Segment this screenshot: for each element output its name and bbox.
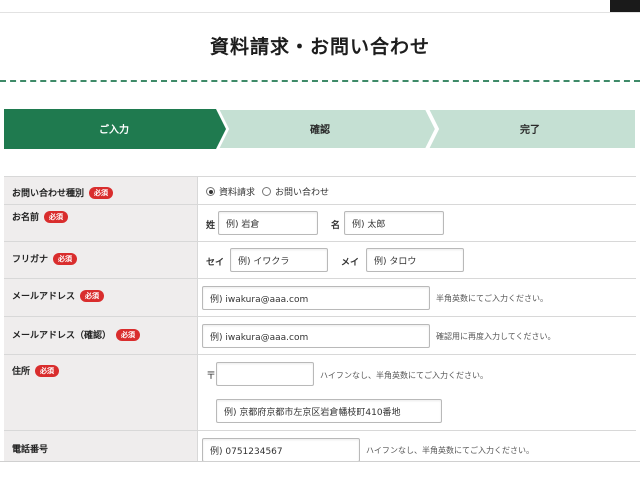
label-cell: 住所 必須: [4, 355, 198, 430]
last-name-input[interactable]: 例) 岩倉: [218, 211, 318, 235]
sei-kana-label: セイ: [206, 258, 225, 268]
furigana-label: フリガナ: [12, 255, 49, 265]
required-badge: 必須: [53, 253, 78, 265]
last-name-kana-placeholder: 例) イワクラ: [238, 257, 290, 267]
required-badge: 必須: [89, 187, 114, 199]
first-name-kana-input[interactable]: 例) タロウ: [366, 248, 464, 272]
field-cell: 姓 例) 岩倉 名 例) 太郎: [198, 205, 636, 241]
phone-placeholder: 例) 0751234567: [210, 447, 283, 457]
email-input[interactable]: 例) iwakura@aaa.com: [202, 286, 430, 310]
mei-kana-label: メイ: [341, 258, 360, 268]
field-cell: 例) iwakura@aaa.com 半角英数にてご入力ください。: [198, 279, 636, 316]
field-cell: 例) iwakura@aaa.com 確認用に再度入力してください。: [198, 317, 636, 354]
email-confirm-note: 確認用に再度入力してください。: [436, 332, 556, 341]
address-placeholder: 例) 京都府京都市左京区岩倉幡枝町410番地: [224, 408, 401, 418]
postal-code-input[interactable]: [216, 362, 314, 386]
name-label: お名前: [12, 213, 40, 223]
radio-document-request[interactable]: 資料請求: [206, 185, 255, 198]
radio-inquiry-label: お問い合わせ: [275, 188, 330, 198]
required-badge: 必須: [35, 365, 60, 377]
phone-label: 電話番号: [12, 445, 49, 455]
step-3-label: 完了: [520, 125, 540, 136]
last-name-placeholder: 例) 岩倉: [226, 220, 260, 230]
last-name-kana-input[interactable]: 例) イワクラ: [230, 248, 328, 272]
progress-steps: ご入力 確認 完了: [4, 109, 636, 149]
row-furigana: フリガナ 必須 セイ 例) イワクラ メイ 例) タロウ: [4, 242, 636, 279]
phone-input[interactable]: 例) 0751234567: [202, 438, 360, 462]
label-cell: メールアドレス（確認） 必須: [4, 317, 198, 354]
label-cell: お名前 必須: [4, 205, 198, 241]
label-cell: メールアドレス 必須: [4, 279, 198, 316]
email-confirm-input[interactable]: 例) iwakura@aaa.com: [202, 324, 430, 348]
field-cell: セイ 例) イワクラ メイ 例) タロウ: [198, 242, 636, 278]
row-inquiry-type: お問い合わせ種別 必須 資料請求 お問い合わせ: [4, 177, 636, 205]
radio-document-request-label: 資料請求: [219, 188, 256, 198]
inquiry-type-label: お問い合わせ種別: [12, 189, 85, 199]
page-title: 資料請求・お問い合わせ: [209, 36, 430, 58]
address-label: 住所: [12, 367, 31, 377]
radio-unselected-icon: [262, 187, 271, 196]
row-label-wrap: 住所 必須: [12, 364, 60, 377]
email-confirm-label: メールアドレス（確認）: [12, 331, 112, 341]
row-label-wrap: メールアドレス（確認） 必須: [12, 328, 141, 341]
row-email: メールアドレス 必須 例) iwakura@aaa.com 半角英数にてご入力くだ…: [4, 279, 636, 317]
first-name-placeholder: 例) 太郎: [352, 220, 386, 230]
bottom-border: [0, 461, 640, 462]
top-frame: [0, 0, 640, 13]
row-label-wrap: お名前 必須: [12, 210, 69, 223]
step-2-label: 確認: [310, 125, 330, 136]
label-cell: フリガナ 必須: [4, 242, 198, 278]
address-input[interactable]: 例) 京都府京都市左京区岩倉幡枝町410番地: [216, 399, 442, 423]
postal-note: ハイフンなし、半角英数にてご入力ください。: [320, 371, 488, 380]
email-note: 半角英数にてご入力ください。: [436, 294, 548, 303]
required-badge: 必須: [116, 329, 141, 341]
first-name-kana-placeholder: 例) タロウ: [374, 257, 417, 267]
field-cell: 例) 0751234567 ハイフンなし、半角英数にてご入力ください。: [198, 431, 636, 462]
top-frame-corner: [610, 0, 640, 12]
row-label-wrap: フリガナ 必須: [12, 252, 78, 265]
label-cell: お問い合わせ種別 必須: [4, 177, 198, 204]
first-name-input[interactable]: 例) 太郎: [344, 211, 444, 235]
label-cell: 電話番号: [4, 431, 198, 462]
field-cell: 資料請求 お問い合わせ: [198, 177, 636, 204]
phone-note: ハイフンなし、半角英数にてご入力ください。: [366, 446, 534, 455]
inquiry-form: お問い合わせ種別 必須 資料請求 お問い合わせ お名前 必須 姓 例) 岩倉 名 例…: [4, 176, 636, 462]
row-phone: 電話番号 例) 0751234567 ハイフンなし、半角英数にてご入力ください。: [4, 431, 636, 462]
step-1-label: ご入力: [99, 125, 129, 136]
field-cell: 〒 ハイフンなし、半角英数にてご入力ください。 例) 京都府京都市左京区岩倉幡枝…: [198, 355, 636, 430]
radio-selected-icon: [206, 187, 215, 196]
email-placeholder: 例) iwakura@aaa.com: [210, 295, 309, 305]
row-name: お名前 必須 姓 例) 岩倉 名 例) 太郎: [4, 205, 636, 242]
email-label: メールアドレス: [12, 292, 76, 302]
row-address: 住所 必須 〒 ハイフンなし、半角英数にてご入力ください。 例) 京都府京都市左京…: [4, 355, 636, 431]
radio-inquiry[interactable]: お問い合わせ: [262, 185, 329, 198]
sei-label: 姓: [206, 221, 216, 231]
mei-label: 名: [331, 221, 341, 231]
postal-mark: 〒: [206, 371, 216, 382]
row-label-wrap: メールアドレス 必須: [12, 289, 105, 302]
row-label-wrap: 電話番号: [12, 442, 48, 455]
required-badge: 必須: [80, 290, 105, 302]
row-label-wrap: お問い合わせ種別 必須: [12, 186, 114, 199]
dashed-divider: [0, 80, 640, 82]
row-email-confirm: メールアドレス（確認） 必須 例) iwakura@aaa.com 確認用に再度入…: [4, 317, 636, 355]
email-confirm-placeholder: 例) iwakura@aaa.com: [210, 333, 309, 343]
required-badge: 必須: [44, 211, 69, 223]
